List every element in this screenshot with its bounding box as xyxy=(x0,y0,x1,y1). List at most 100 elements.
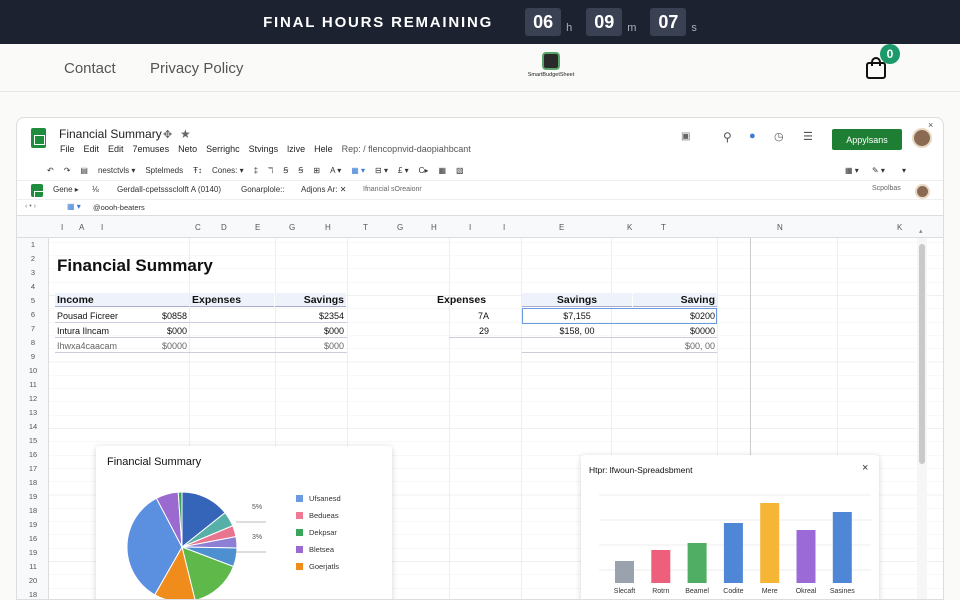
comment-icon[interactable]: ▣ xyxy=(681,131,690,142)
italic-icon[interactable]: ℸ xyxy=(268,166,273,175)
star-icon[interactable]: ★ xyxy=(180,127,191,141)
text-color-icon[interactable]: Ꞩ xyxy=(298,166,303,175)
sheet-grid[interactable]: IAICDEGHTGHIIEKTNK 1 2 3 4 5 6 7 8 9 10 11 12 13 14 15… xyxy=(17,215,943,599)
row-number[interactable]: 6 xyxy=(17,310,49,319)
history-icon[interactable]: ◷ xyxy=(774,130,784,143)
column-header[interactable]: K xyxy=(627,223,632,232)
column-header[interactable]: I xyxy=(61,223,63,232)
scrollbar-thumb[interactable] xyxy=(919,244,925,464)
row-number[interactable]: 20 xyxy=(17,576,49,585)
site-logo[interactable]: SmartBudgetSheet xyxy=(528,52,574,78)
search-icon[interactable]: ⚲ xyxy=(723,130,732,144)
menu-item[interactable]: Hele xyxy=(314,144,333,154)
list-icon[interactable]: ☰ xyxy=(803,130,813,143)
table-cell[interactable]: Intura Ilncam xyxy=(57,326,109,336)
sheet-title[interactable]: Financial Summary xyxy=(57,256,213,276)
collapse-icon[interactable]: ‹ • › xyxy=(25,203,36,210)
column-header[interactable]: E xyxy=(559,223,564,232)
table-cell[interactable]: Pousad Ficreer xyxy=(57,311,118,321)
nav-link-privacy-policy[interactable]: Privacy Policy xyxy=(150,60,243,77)
table2-header-expenses[interactable]: Expenses xyxy=(437,294,486,306)
column-header[interactable]: I xyxy=(469,223,471,232)
user-avatar[interactable] xyxy=(912,128,932,148)
table-cell[interactable]: $158, 00 xyxy=(522,326,632,336)
column-header[interactable]: G xyxy=(289,223,295,232)
filter-icon[interactable]: ▧ xyxy=(456,166,464,175)
font-size-icon[interactable]: Ŧ↕ xyxy=(193,166,202,175)
table2-header-savings[interactable]: Savings xyxy=(522,293,632,307)
row-number[interactable]: 15 xyxy=(17,436,49,445)
bar-chart-card[interactable]: Htpr: lfwoun-Spreadsbment × Slecaft Rotrn… xyxy=(581,455,879,599)
share-button[interactable]: Appylsans xyxy=(832,129,902,150)
row-number[interactable]: 2 xyxy=(17,254,49,263)
move-icon[interactable]: ✥ xyxy=(163,128,172,141)
close-icon[interactable]: × xyxy=(928,120,933,130)
table-cell[interactable]: 29 xyxy=(449,326,489,336)
row-number[interactable]: 16 xyxy=(17,450,49,459)
row-number[interactable]: 9 xyxy=(17,352,49,361)
table2-header-saving[interactable]: Saving xyxy=(633,293,717,307)
row-number[interactable]: 5 xyxy=(17,296,49,305)
column-header[interactable]: D xyxy=(221,223,227,232)
hide-menus-icon[interactable]: ▦ ▾ xyxy=(845,166,859,175)
column-header[interactable]: H xyxy=(325,223,331,232)
table-cell[interactable]: $00, 00 xyxy=(633,341,715,351)
row-number[interactable]: 13 xyxy=(17,408,49,417)
function-icon[interactable]: £ ▾ xyxy=(398,166,409,175)
menu-item[interactable]: Serrighc xyxy=(206,144,240,154)
pie-chart-card[interactable]: Financial Summary 5% 3% Ufsanesd Bedueas D… xyxy=(96,446,392,599)
link-icon[interactable]: C▸ xyxy=(419,166,429,175)
last-edit-link[interactable]: Rep: / flencopnvid-daopiahbcant xyxy=(342,144,471,154)
row-number[interactable]: 18 xyxy=(17,506,49,515)
row-number[interactable]: 1 xyxy=(17,240,49,249)
table-cell[interactable]: $000 xyxy=(137,326,187,336)
paint-format-icon[interactable]: ✎ ▾ xyxy=(872,166,885,175)
column-header[interactable]: H xyxy=(431,223,437,232)
view-icon[interactable]: ▦ ▾ xyxy=(67,202,81,211)
row-number[interactable]: 12 xyxy=(17,394,49,403)
table-cell[interactable]: 7A xyxy=(449,311,489,321)
row-number[interactable]: 3 xyxy=(17,268,49,277)
menu-item[interactable]: Neto xyxy=(178,144,197,154)
menu-item[interactable]: 7emuses xyxy=(133,144,170,154)
menu-item[interactable]: Edit xyxy=(84,144,100,154)
borders-icon[interactable]: ▦ ▾ xyxy=(351,166,365,175)
table-cell[interactable]: $0200 xyxy=(633,311,715,321)
table1-header-income[interactable]: Income xyxy=(55,293,189,307)
column-header[interactable]: T xyxy=(661,223,666,232)
table-cell[interactable]: $7,155 xyxy=(522,311,632,321)
table-cell[interactable]: $000 xyxy=(287,341,344,351)
document-title[interactable]: Financial Summary xyxy=(59,127,162,141)
undo-icon[interactable]: ↶ xyxy=(47,166,54,175)
row-number[interactable]: 16 xyxy=(17,534,49,543)
row-number[interactable]: 11 xyxy=(17,380,49,389)
row-number[interactable]: 18 xyxy=(17,590,49,599)
print-icon[interactable]: ▤ xyxy=(80,166,88,175)
formula-text[interactable]: Gerdall-cpetsssclolft A (0140) xyxy=(117,185,221,194)
menu-item[interactable]: File xyxy=(60,144,75,154)
column-header[interactable]: K xyxy=(897,223,902,232)
bold-icon[interactable]: ‡ xyxy=(254,166,258,175)
row-number[interactable]: 19 xyxy=(17,548,49,557)
scroll-up-icon[interactable]: ▴ xyxy=(919,227,923,235)
column-header[interactable]: T xyxy=(363,223,368,232)
zoom-dropdown[interactable]: nestctvls ▾ xyxy=(98,166,135,175)
row-number[interactable]: 17 xyxy=(17,464,49,473)
row-number[interactable]: 7 xyxy=(17,324,49,333)
nav-link-contact[interactable]: Contact xyxy=(64,60,116,77)
table1-header-savings[interactable]: Savings xyxy=(275,293,346,307)
table1-header-expenses[interactable]: Expenses xyxy=(190,293,274,307)
format-dropdown[interactable]: Sptelmeds xyxy=(145,166,183,175)
collaborator-avatar[interactable] xyxy=(915,184,930,199)
table-cell[interactable]: $000 xyxy=(287,326,344,336)
font-color-icon[interactable]: A ▾ xyxy=(330,166,341,175)
fill-color-icon[interactable]: ⊞ xyxy=(313,166,320,175)
column-header[interactable]: A xyxy=(79,223,84,232)
strike-icon[interactable]: Ꞩ xyxy=(283,166,288,175)
table-cell[interactable]: $0858 xyxy=(137,311,187,321)
row-number[interactable]: 4 xyxy=(17,282,49,291)
people-icon[interactable]: ● xyxy=(749,130,756,142)
column-header[interactable]: I xyxy=(503,223,505,232)
column-header[interactable]: I xyxy=(101,223,103,232)
vertical-scrollbar[interactable] xyxy=(917,238,927,599)
